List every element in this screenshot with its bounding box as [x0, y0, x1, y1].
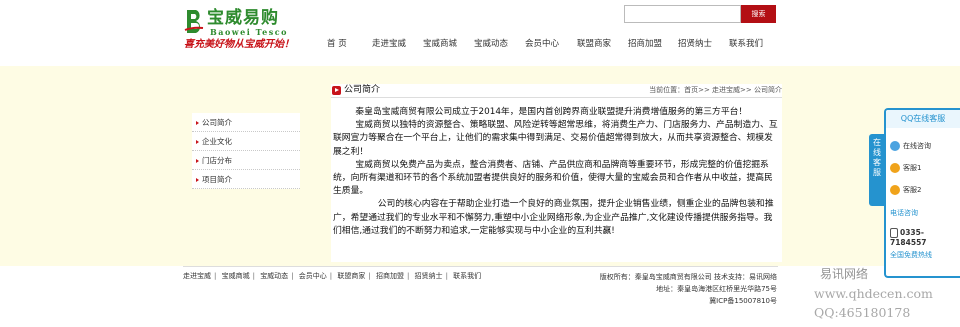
footer-separator: |	[291, 272, 294, 280]
sidebar-item-label: 企业文化	[202, 137, 232, 146]
play-icon	[332, 86, 341, 95]
qq-icon	[890, 185, 900, 195]
watermark-line: 易讯网络	[820, 267, 869, 281]
sidebar-item-culture[interactable]: 企业文化	[192, 132, 300, 151]
nav-mall[interactable]: 宝威商城	[423, 37, 457, 51]
arrow-right-icon	[196, 178, 199, 182]
phone-icon	[890, 228, 898, 238]
footer-separator: |	[368, 272, 371, 280]
nav-about[interactable]: 走进宝威	[372, 37, 406, 51]
article-paragraph: 宝威商贸以独特的资源整合、策略联盟、风险逆转等超常思维，将消费生产力、门店服务力…	[333, 120, 778, 157]
nav-member[interactable]: 会员中心	[525, 37, 559, 51]
footer-link[interactable]: 会员中心	[299, 272, 327, 280]
footer-separator: |	[252, 272, 255, 280]
nav-home[interactable]: 首 页	[327, 37, 347, 51]
watermark-line: www.qhdecen.com	[814, 286, 933, 301]
footer-separator: |	[329, 272, 333, 280]
cs-phone-header: 电话咨询	[890, 209, 918, 217]
arrow-right-icon	[196, 159, 199, 163]
footer-link[interactable]: 宝威商城	[222, 272, 250, 280]
logo-slogan: 喜充美好物从宝威开始！	[184, 39, 294, 50]
cs-online-link[interactable]: 在线咨询	[890, 140, 931, 152]
nav-news[interactable]: 宝威动态	[474, 37, 508, 51]
breadcrumb: 当前位置：首页>> 走进宝威>> 公司简介	[649, 86, 782, 94]
site-logo[interactable]: 宝威易购 Baowei Tesco 喜充美好物从宝威开始！	[184, 6, 304, 54]
footer-divider	[183, 266, 778, 267]
sidebar-item-label: 公司简介	[202, 118, 232, 127]
sidebar-item-profile[interactable]: 公司简介	[192, 113, 300, 132]
article-paragraph: 秦皇岛宝威商贸有限公司成立于2014年，是国内首创跨界商业联盟提升消费增值服务的…	[333, 107, 748, 117]
main-nav: 首 页 走进宝威 宝威商城 宝威动态 会员中心 联盟商家 招商加盟 招贤纳士 联…	[315, 37, 775, 53]
sidebar-item-projects[interactable]: 项目简介	[192, 170, 300, 189]
cs-panel: QQ在线客服 在线咨询 客服1 客服2 电话咨询 0335-7184557 全国…	[884, 108, 960, 278]
footer-link[interactable]: 走进宝威	[183, 272, 211, 280]
copyright-text: 版权所有：秦皇岛宝威商贸有限公司 技术支持：易讯网络	[599, 273, 777, 281]
logo-brand-text: 宝威易购	[207, 8, 279, 28]
footer-link[interactable]: 宝威动态	[260, 272, 288, 280]
watermark-line: QQ:465180178	[814, 305, 911, 320]
sidebar: 公司简介 企业文化 门店分布 项目简介	[192, 113, 300, 189]
cs-agent1-label: 客服1	[903, 164, 922, 172]
cs-agent2-link[interactable]: 客服2	[890, 184, 921, 196]
footer-link[interactable]: 联盟商家	[337, 272, 365, 280]
sidebar-item-stores[interactable]: 门店分布	[192, 151, 300, 170]
footer-info: 版权所有：秦皇岛宝威商贸有限公司 技术支持：易讯网络 地址：秦皇岛海港区红桥里光…	[600, 271, 777, 307]
logo-brand-en: Baowei Tesco	[210, 27, 288, 37]
sidebar-item-label: 项目简介	[202, 175, 232, 184]
content-header: 公司简介 当前位置：首页>> 走进宝威>> 公司简介	[331, 84, 782, 98]
cs-tab[interactable]: 在线客服	[869, 134, 885, 206]
footer-separator: |	[406, 272, 410, 280]
footer-nav: 走进宝威 | 宝威商城 | 宝威动态 | 会员中心 | 联盟商家 | 招商加盟 | 招贤纳士…	[183, 271, 484, 281]
main-content: 公司简介 当前位置：首页>> 走进宝威>> 公司简介 秦皇岛宝威商贸有限公司成立…	[331, 84, 782, 262]
nav-franchise[interactable]: 招商加盟	[628, 37, 662, 51]
search-button[interactable]: 搜索	[741, 5, 776, 23]
article-paragraph: 宝威商贸以免费产品为卖点，整合消费者、店铺、产品供应商和品牌商等重要环节，形成完…	[333, 159, 773, 197]
nav-merchants[interactable]: 联盟商家	[577, 37, 611, 51]
footer-separator: |	[214, 272, 217, 280]
cs-agent1-link[interactable]: 客服1	[890, 162, 921, 174]
nav-careers[interactable]: 招贤纳士	[678, 37, 712, 51]
footer-separator: |	[445, 272, 448, 280]
cs-phone: 0335-7184557	[890, 228, 960, 247]
search-input[interactable]	[624, 5, 741, 23]
watermark: 易讯网络 www.qhdecen.com QQ:465180178	[812, 262, 960, 327]
arrow-right-icon	[196, 140, 199, 144]
page-title: 公司简介	[344, 85, 381, 95]
page: 宝威易购 Baowei Tesco 喜充美好物从宝威开始！ 搜索 首 页 走进宝…	[0, 0, 960, 327]
cs-online-label: 在线咨询	[903, 142, 931, 150]
cs-free-header: 全国免费热线	[890, 251, 932, 259]
qq-icon	[890, 163, 900, 173]
footer-link[interactable]: 招商加盟	[376, 272, 404, 280]
cs-agent2-label: 客服2	[903, 186, 922, 194]
article-paragraph: 公司的核心内容在于帮助企业打造一个良好的商业氛围，提升企业销售业绩，侧重企业的品…	[333, 199, 774, 236]
arrow-right-icon	[196, 121, 199, 125]
sidebar-item-label: 门店分布	[202, 156, 232, 165]
qq-icon	[890, 141, 900, 151]
article-body: 秦皇岛宝威商贸有限公司成立于2014年，是国内首创跨界商业联盟提升消费增值服务的…	[333, 106, 780, 238]
nav-contact[interactable]: 联系我们	[729, 37, 763, 51]
footer-link[interactable]: 联系我们	[453, 272, 481, 280]
footer-link[interactable]: 招贤纳士	[415, 272, 443, 280]
cs-header: QQ在线客服	[886, 110, 960, 128]
icp-text[interactable]: 冀ICP备15007810号	[600, 295, 777, 307]
address-text: 地址：秦皇岛海港区红桥里光华路75号	[656, 285, 777, 293]
cs-tab-label: 在线客服	[873, 138, 881, 177]
logo-b-icon	[184, 10, 204, 33]
